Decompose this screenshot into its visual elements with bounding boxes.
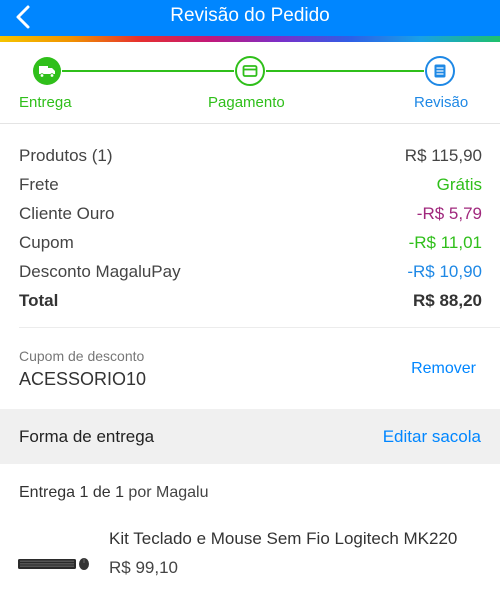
product-price: R$ 99,10 [109, 558, 178, 577]
total-value: R$ 88,20 [413, 291, 482, 310]
shipping-value: Grátis [436, 175, 482, 194]
step-label-entrega: Entrega [19, 94, 72, 111]
summary-row-magalupay: Desconto MagaluPay -R$ 10,90 [19, 260, 482, 289]
step-label-revisao: Revisão [414, 94, 469, 111]
remove-coupon-button[interactable]: Remover [411, 360, 476, 378]
checkout-stepper: Entrega Pagamento Revisão [0, 42, 500, 124]
delivery-title: Forma de entrega [19, 427, 155, 446]
keyboard-mouse-image [18, 558, 89, 570]
gold-client-value: -R$ 5,79 [416, 204, 482, 223]
summary-row-coupon: Cupom -R$ 11,01 [19, 231, 482, 260]
product-image [17, 553, 91, 573]
coupon-label: Cupom [19, 233, 74, 252]
delivery-info: Entrega 1 de 1 por Magalu [19, 484, 208, 502]
page-title: Revisão do Pedido [170, 5, 330, 26]
summary-row-shipping: Frete Grátis [19, 173, 482, 202]
step-label-pagamento: Pagamento [208, 94, 285, 111]
order-summary: Produtos (1) R$ 115,90 Frete Grátis Clie… [19, 144, 482, 318]
summary-row-products: Produtos (1) R$ 115,90 [19, 144, 482, 173]
credit-card-icon [235, 56, 265, 86]
top-app-bar: Revisão do Pedido [0, 0, 500, 36]
edit-bag-link[interactable]: Editar sacola [383, 427, 481, 447]
delivery-section-header: Forma de entrega Editar sacola [0, 409, 500, 464]
products-label: Produtos (1) [19, 146, 113, 165]
document-icon [425, 56, 455, 86]
delivery-seller: por Magalu [123, 484, 209, 501]
magalupay-label: Desconto MagaluPay [19, 262, 181, 281]
gold-client-label: Cliente Ouro [19, 204, 115, 223]
step-connector [62, 70, 234, 72]
shipping-label: Frete [19, 175, 59, 194]
step-entrega[interactable] [32, 56, 62, 86]
products-value: R$ 115,90 [404, 146, 482, 165]
step-revisao[interactable] [425, 56, 455, 86]
summary-row-total: Total R$ 88,20 [19, 289, 482, 318]
delivery-count: Entrega 1 de 1 [19, 484, 124, 501]
total-label: Total [19, 291, 59, 310]
product-name[interactable]: Kit Teclado e Mouse Sem Fio Logitech MK2… [109, 529, 484, 549]
coupon-section-label: Cupom de desconto [19, 348, 145, 364]
coupon-value: -R$ 11,01 [408, 233, 482, 252]
divider [19, 327, 500, 328]
truck-icon [33, 57, 61, 85]
coupon-code: ACESSORIO10 [19, 369, 147, 389]
step-connector [266, 70, 424, 72]
step-pagamento[interactable] [235, 56, 265, 86]
magalupay-value: -R$ 10,90 [407, 262, 482, 281]
summary-row-gold-client: Cliente Ouro -R$ 5,79 [19, 202, 482, 231]
